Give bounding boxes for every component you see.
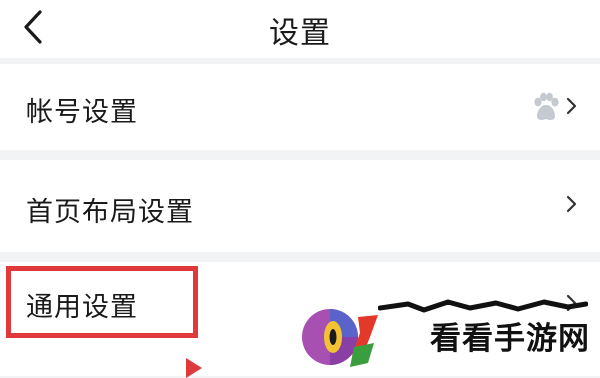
- settings-item-label: 帐号设置: [26, 97, 138, 128]
- settings-item-home-layout[interactable]: 首页布局设置: [0, 160, 600, 252]
- watermark-scribble: [378, 299, 588, 313]
- page-title: 设置: [269, 16, 331, 51]
- paw-avatar-icon: [534, 92, 559, 120]
- top-bar: 设置: [0, 0, 600, 58]
- annotation-arrow: [186, 358, 202, 378]
- chevron-right-icon: [566, 195, 577, 213]
- settings-item-account[interactable]: 帐号设置: [0, 64, 600, 150]
- highlight-box: [6, 266, 198, 338]
- settings-item-label: 首页布局设置: [26, 197, 194, 228]
- watermark-logo-icon: [302, 309, 378, 367]
- watermark-text: 看看手游网: [430, 321, 590, 357]
- chevron-right-icon: [566, 97, 577, 115]
